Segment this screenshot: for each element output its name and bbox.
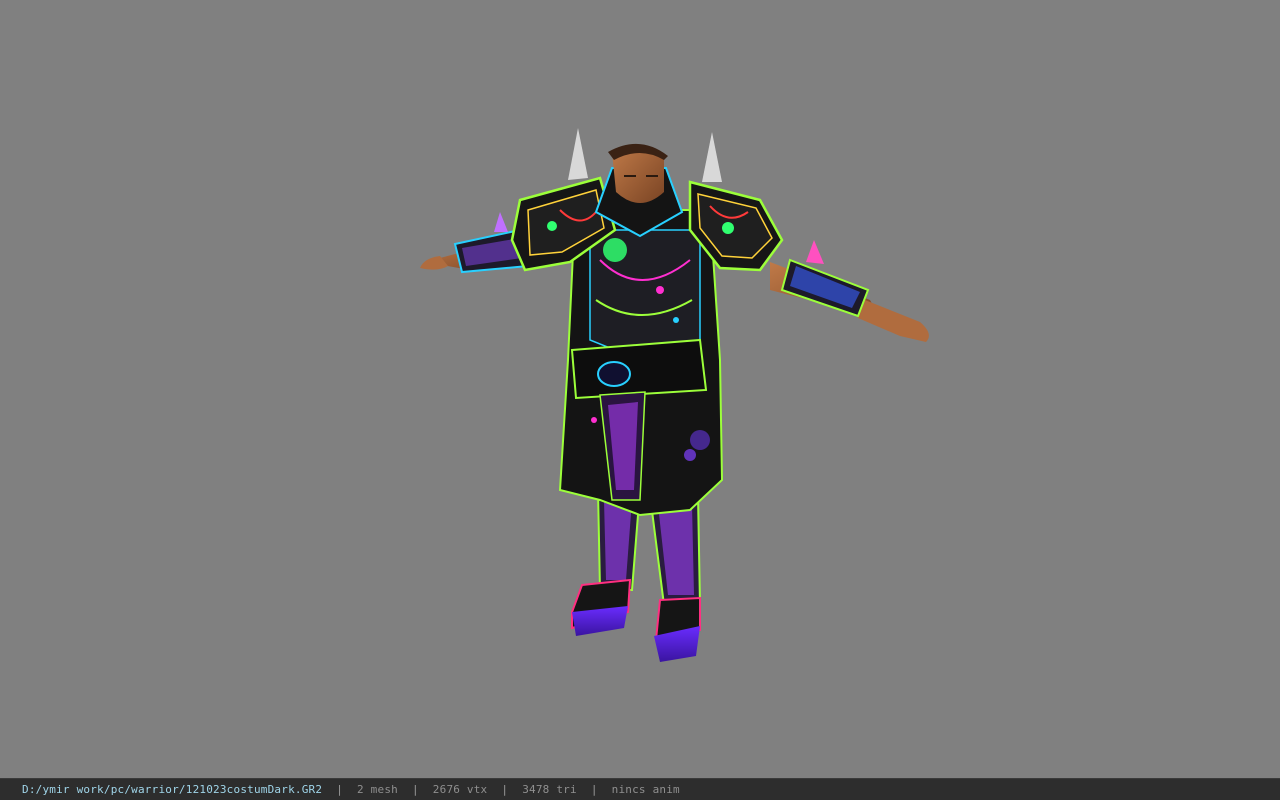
- right-shoulder-pauldron: [688, 132, 784, 272]
- status-bar: D:/ymir work/pc/warrior/121023costumDark…: [0, 778, 1280, 800]
- right-arm: [770, 240, 929, 342]
- vertex-count: 2676 vtx: [432, 783, 488, 796]
- animation-status: nincs anim: [611, 783, 680, 796]
- torso-armor: [558, 209, 724, 517]
- separator: |: [501, 783, 509, 796]
- 3d-viewport[interactable]: [0, 0, 1280, 778]
- separator: |: [590, 783, 598, 796]
- triangle-count: 3478 tri: [522, 783, 577, 796]
- warrior-model: [420, 128, 929, 662]
- separator: |: [411, 783, 419, 796]
- separator: |: [336, 783, 344, 796]
- file-path: D:/ymir work/pc/warrior/121023costumDark…: [22, 783, 323, 796]
- mesh-count: 2 mesh: [357, 783, 398, 796]
- right-leg: [648, 494, 702, 662]
